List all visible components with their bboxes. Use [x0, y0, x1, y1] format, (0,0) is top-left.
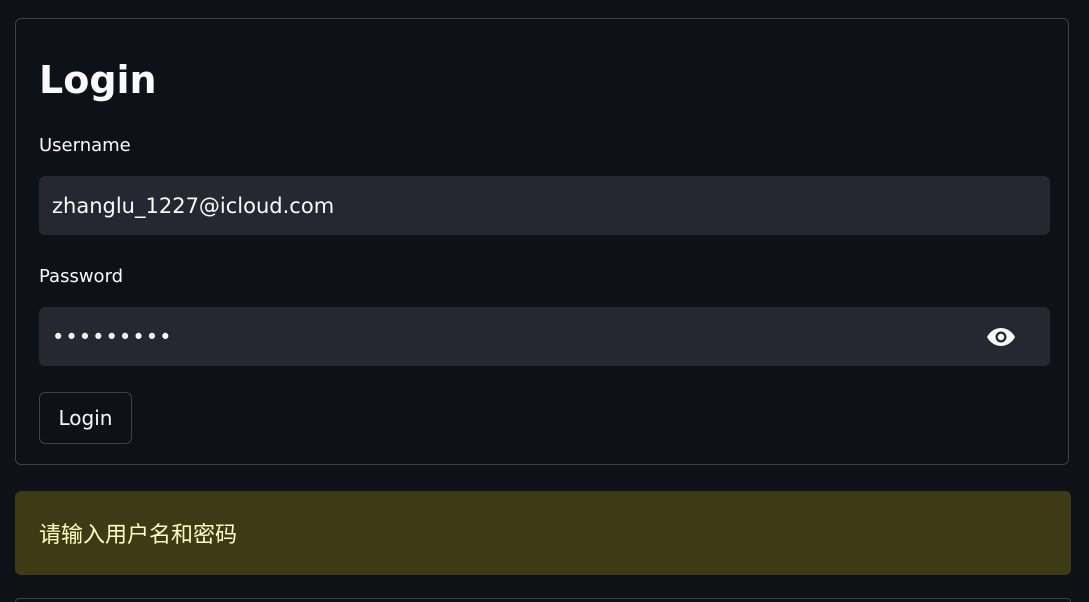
username-value: zhanglu_1227@icloud.com — [52, 193, 335, 218]
eye-icon[interactable] — [984, 322, 1018, 352]
next-container-edge — [15, 598, 1071, 602]
warning-message: 请输入用户名和密码 — [39, 523, 238, 548]
login-button[interactable]: Login — [39, 392, 132, 444]
username-label: Username — [39, 135, 131, 156]
warning-alert: 请输入用户名和密码 — [15, 491, 1071, 575]
password-label: Password — [39, 266, 124, 287]
password-value: ••••••••• — [52, 324, 173, 349]
username-field[interactable]: zhanglu_1227@icloud.com — [39, 176, 1050, 235]
login-form: Login Username zhanglu_1227@icloud.com P… — [15, 18, 1069, 465]
password-field[interactable]: ••••••••• — [39, 307, 1050, 366]
form-title: Login — [39, 58, 157, 102]
